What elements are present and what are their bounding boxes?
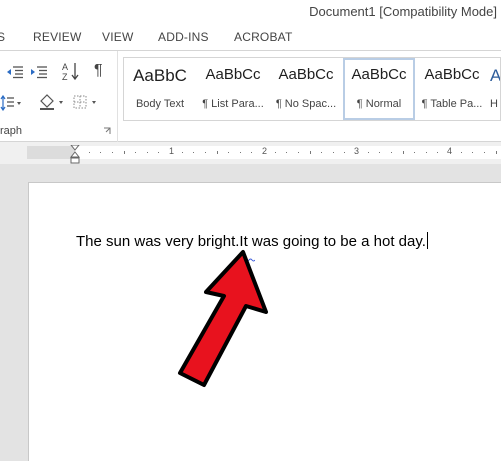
ruler-tick	[321, 152, 323, 153]
ruler-tick	[204, 152, 206, 153]
ruler-tick	[414, 152, 416, 153]
tab-partial[interactable]: S	[0, 30, 5, 44]
style-name: ¶ List Para...	[202, 98, 264, 110]
ruler-tick	[239, 152, 241, 153]
ruler-tick	[495, 151, 497, 154]
ruler-tick	[146, 152, 148, 153]
ruler-tick	[111, 152, 113, 153]
ruler-tick	[402, 151, 404, 154]
borders-icon[interactable]	[72, 93, 100, 114]
window-title: Document1 [Compatibility Mode]	[309, 4, 497, 19]
style-sample: A	[490, 66, 501, 85]
pilcrow-icon[interactable]: ¶	[94, 63, 103, 79]
ruler-tick	[228, 152, 230, 153]
ruler-tick	[158, 152, 160, 153]
style-table-paragraph[interactable]: AaBbCc ¶ Table Pa...	[416, 58, 488, 120]
style-sample: AaBbCc	[205, 66, 261, 83]
ruler-tick	[425, 152, 427, 153]
ruler-tick	[297, 152, 299, 153]
ruler-number: 3	[354, 146, 360, 156]
ruler-tick	[483, 152, 485, 153]
styles-gallery: AaBbC Body Text AaBbCc ¶ List Para... Aa…	[123, 57, 501, 121]
ruler-tick	[437, 152, 439, 153]
ruler-tick	[286, 152, 288, 153]
ruler-number: 4	[447, 146, 453, 156]
ruler-tick	[379, 152, 381, 153]
ruler-tick	[472, 152, 474, 153]
ruler-number: 2	[262, 146, 268, 156]
style-name: ¶ No Spac...	[275, 98, 337, 110]
ribbon: AZ ¶ raph AaBbC Body Text AaBbCc ¶ List …	[0, 50, 501, 142]
style-name: Body Text	[135, 98, 185, 110]
ruler-tick	[390, 152, 392, 153]
ruler-tick	[332, 152, 334, 153]
tab-add-ins[interactable]: ADD-INS	[158, 30, 209, 44]
ruler-tick	[88, 152, 90, 153]
style-sample: AaBbCc	[351, 66, 407, 83]
sort-icon[interactable]: AZ	[62, 61, 80, 84]
decrease-indent-icon[interactable]	[6, 65, 24, 82]
horizontal-ruler[interactable]: 1 2 3 4	[27, 146, 501, 159]
line-spacing-icon[interactable]	[0, 94, 22, 114]
style-name: ¶ Normal	[356, 98, 402, 110]
ruler-tick	[367, 152, 369, 153]
ruler-tick	[344, 152, 346, 153]
ruler-tick	[309, 151, 311, 154]
tab-review[interactable]: REVIEW	[33, 30, 82, 44]
ruler-left-margin	[27, 146, 75, 159]
ruler-tick	[135, 152, 137, 153]
dialog-launcher-icon[interactable]	[103, 127, 111, 137]
ruler-tick	[100, 152, 102, 153]
style-body-text[interactable]: AaBbC Body Text	[124, 58, 196, 120]
style-name: H	[490, 98, 498, 110]
style-no-spacing[interactable]: AaBbCc ¶ No Spac...	[270, 58, 342, 120]
shading-icon[interactable]	[38, 93, 66, 114]
style-normal[interactable]: AaBbCc ¶ Normal	[343, 58, 415, 120]
style-name: ¶ Table Pa...	[421, 98, 483, 110]
svg-text:Z: Z	[62, 72, 68, 81]
ruler-tick	[181, 152, 183, 153]
svg-text:A: A	[62, 62, 68, 72]
ruler-tick	[460, 152, 462, 153]
ruler-tick	[193, 152, 195, 153]
text-cursor	[426, 232, 428, 249]
red-arrow-icon	[178, 250, 268, 387]
title-bar: Document1 [Compatibility Mode]	[0, 0, 501, 24]
ruler-tick	[123, 151, 125, 154]
style-sample: AaBbC	[133, 66, 187, 85]
ruler-number: 1	[169, 146, 175, 156]
ruler-tick	[251, 152, 253, 153]
paragraph-group: AZ ¶ raph	[0, 51, 118, 142]
style-list-paragraph[interactable]: AaBbCc ¶ List Para...	[197, 58, 269, 120]
tab-acrobat[interactable]: ACROBAT	[234, 30, 293, 44]
ruler-tick	[274, 152, 276, 153]
tab-view[interactable]: VIEW	[102, 30, 133, 44]
ruler-tick	[216, 151, 218, 154]
style-sample: AaBbCc	[424, 66, 480, 83]
style-heading[interactable]: A H	[486, 58, 501, 120]
style-sample: AaBbCc	[278, 66, 334, 83]
ruler-area: 1 2 3 4	[0, 142, 501, 164]
paragraph-group-label: raph	[0, 125, 23, 137]
ribbon-tabs: S REVIEW VIEW ADD-INS ACROBAT	[0, 24, 501, 50]
increase-indent-icon[interactable]	[30, 65, 48, 82]
